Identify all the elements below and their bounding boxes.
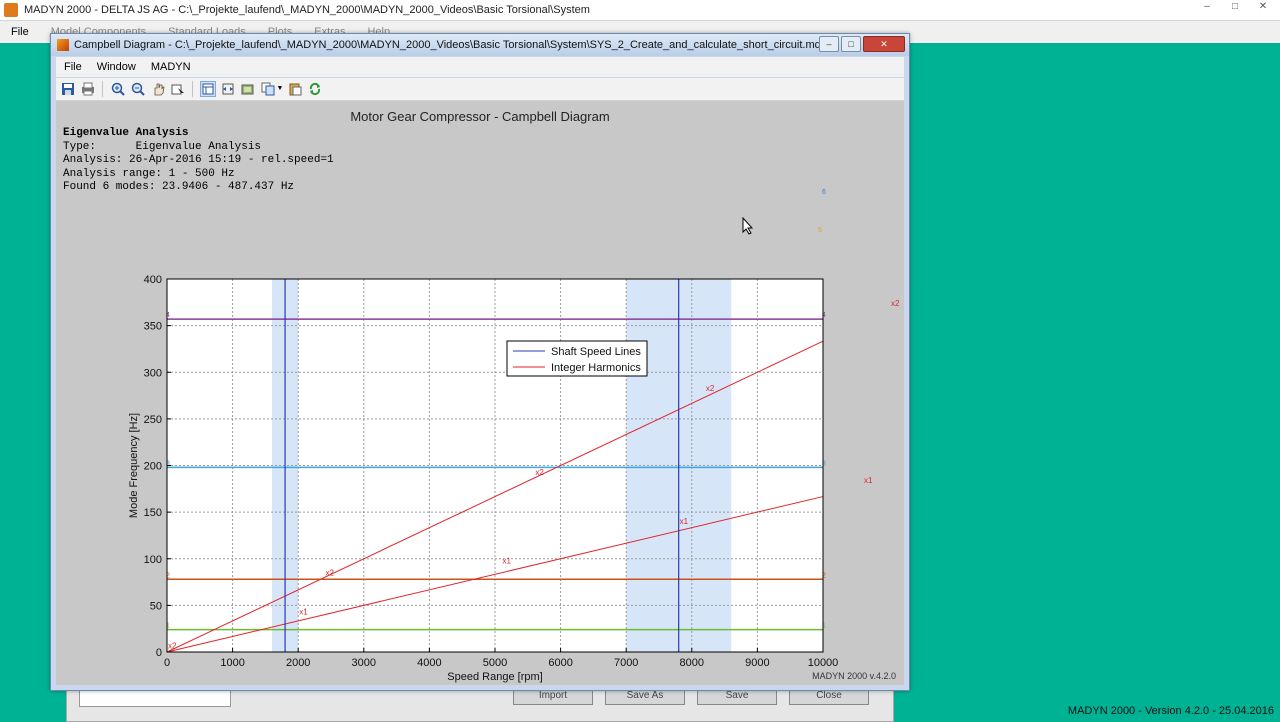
campbell-title-bar[interactable]: Campbell Diagram - C:\_Projekte_laufend\… (51, 34, 909, 56)
print-icon[interactable] (80, 81, 96, 97)
mouse-pointer-icon (742, 217, 754, 235)
zoom-in-icon[interactable] (110, 81, 126, 97)
chevron-down-icon[interactable]: ▼ (277, 81, 284, 97)
y-tick-label: 200 (144, 461, 162, 473)
close-icon[interactable]: ✕ (1250, 0, 1276, 14)
data-cursor-icon[interactable] (170, 81, 186, 97)
x-tick-label: 4000 (417, 657, 441, 669)
y-tick-label: 250 (144, 414, 162, 426)
outside-harmonic-label: x1 (864, 476, 873, 485)
y-tick-label: 50 (150, 600, 162, 612)
maximize-icon[interactable]: □ (841, 36, 861, 52)
matlab-icon (57, 39, 69, 51)
x-tick-label: 3000 (352, 657, 376, 669)
copy-icon[interactable] (260, 81, 276, 97)
y-tick-label: 350 (144, 321, 162, 333)
harmonic-label: x2 (706, 384, 715, 393)
toolbar-separator (192, 81, 193, 97)
x-tick-label: 9000 (745, 657, 769, 669)
save-icon[interactable] (60, 81, 76, 97)
toolbar-separator (102, 81, 103, 97)
harmonic-label: x2 (325, 569, 334, 578)
x-tick-label: 7000 (614, 657, 638, 669)
minimize-icon[interactable]: – (1194, 0, 1220, 14)
y-axis-label: Mode Frequency [Hz] (128, 413, 140, 518)
paste-icon[interactable] (287, 81, 303, 97)
figure-toolbar: ▼ (56, 78, 904, 101)
y-tick-label: 400 (144, 274, 162, 286)
export-icon[interactable] (240, 81, 256, 97)
y-tick-label: 300 (144, 367, 162, 379)
campbell-window: Campbell Diagram - C:\_Projekte_laufend\… (50, 33, 910, 691)
madyn-version-label: MADYN 2000 v.4.2.0 (812, 671, 896, 681)
figure-menu-file[interactable]: File (56, 61, 89, 73)
x-tick-label: 0 (164, 657, 170, 669)
x-tick-label: 5000 (483, 657, 507, 669)
campbell-chart[interactable]: 1 12 23 34 4x1x1x1x2x2x2x20 1000 2000 3000 4000 5… (56, 101, 904, 685)
pan-icon[interactable] (150, 81, 166, 97)
harmonic-label: x1 (503, 556, 512, 565)
campbell-window-controls: – □ ✕ (817, 36, 905, 52)
minimize-icon[interactable]: – (819, 36, 839, 52)
x-tick-label: 6000 (548, 657, 572, 669)
app-title-bar: MADYN 2000 - DELTA JS AG - C:\_Projekte_… (0, 0, 1280, 21)
outside-harmonic-label: x2 (891, 299, 900, 308)
menu-file[interactable]: File (0, 26, 40, 38)
figure-menu-bar: File Window MADYN (56, 57, 904, 77)
legend-label: Integer Harmonics (551, 362, 641, 374)
x-tick-label: 1000 (220, 657, 244, 669)
figure-menu-madyn[interactable]: MADYN (143, 61, 198, 73)
app-title: MADYN 2000 - DELTA JS AG - C:\_Projekte_… (24, 4, 590, 16)
figure-canvas: Motor Gear Compressor - Campbell Diagram… (56, 101, 904, 685)
fit-icon[interactable] (220, 81, 236, 97)
y-tick-label: 0 (156, 647, 162, 659)
app-logo-icon (4, 3, 18, 17)
y-tick-label: 150 (144, 507, 162, 519)
y-tick-label: 100 (144, 554, 162, 566)
status-version: MADYN 2000 - Version 4.2.0 - 25.04.2016 (1067, 705, 1274, 717)
x-tick-label: 8000 (680, 657, 704, 669)
x-tick-label: 10000 (808, 657, 839, 669)
harmonic-label: x1 (680, 517, 689, 526)
harmonic-label: x2 (168, 641, 177, 650)
zoom-out-icon[interactable] (130, 81, 146, 97)
app-window-controls: – □ ✕ (1192, 0, 1276, 14)
legend-label: Shaft Speed Lines (551, 346, 641, 358)
layout-icon[interactable] (200, 81, 216, 97)
figure-menu-window[interactable]: Window (89, 61, 143, 73)
harmonic-label: x1 (299, 608, 308, 617)
background-input[interactable] (79, 689, 231, 707)
harmonic-label: x2 (535, 468, 544, 477)
campbell-window-title: Campbell Diagram - C:\_Projekte_laufend\… (74, 39, 827, 51)
refresh-icon[interactable] (307, 81, 323, 97)
x-tick-label: 2000 (286, 657, 310, 669)
maximize-icon[interactable]: □ (1222, 0, 1248, 14)
outside-mode-label: 6 (822, 189, 826, 196)
outside-mode-label: 5 (818, 227, 822, 234)
x-axis-label: Speed Range [rpm] (447, 671, 542, 683)
close-icon[interactable]: ✕ (863, 36, 905, 52)
